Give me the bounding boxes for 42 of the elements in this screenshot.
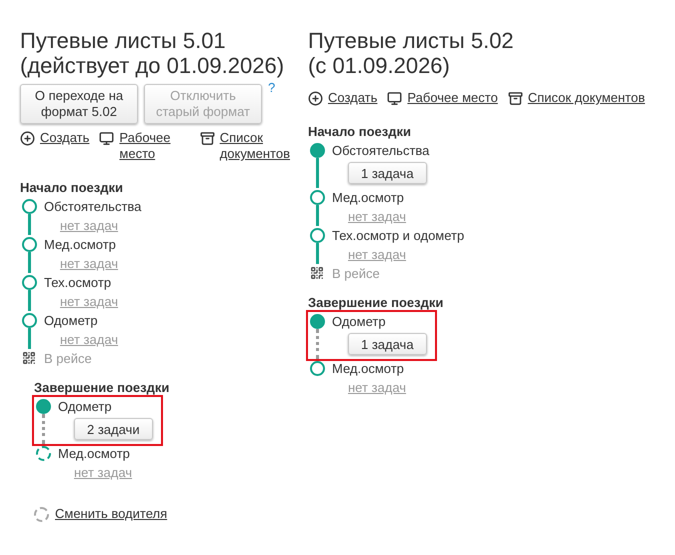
action-link[interactable]: Создать	[40, 130, 90, 146]
step-label: Одометр	[58, 398, 113, 416]
monitor-icon	[99, 131, 114, 146]
dashed-circle-icon	[34, 506, 49, 522]
section-title: Начало поездки	[20, 180, 124, 195]
help-link[interactable]: ?	[268, 80, 276, 95]
step-label: Мед.осмотр	[58, 445, 131, 463]
page-title: (с 01.09.2026)	[308, 53, 451, 78]
step-label: Тех.осмотр	[44, 274, 112, 292]
change-driver-link[interactable]: Сменить водителя	[55, 506, 168, 522]
section-title: Завершение поездки	[34, 380, 170, 395]
step-label: В рейсе	[44, 350, 92, 368]
tasks-button[interactable]: 2 задачи	[74, 418, 153, 440]
action-link[interactable]: Создать	[328, 90, 378, 106]
step-label: Одометр	[332, 313, 387, 331]
tasks-button[interactable]: 1 задача	[348, 162, 427, 184]
section-title: Завершение поездки	[308, 295, 444, 310]
qr-code-icon	[22, 351, 36, 365]
step-label: Мед.осмотр	[332, 360, 405, 378]
step-label: Обстоятельства	[44, 198, 142, 216]
action-link[interactable]: Список документов	[220, 130, 290, 162]
format-button[interactable]: О переходе на формат 5.02	[20, 84, 138, 124]
monitor-icon	[387, 91, 402, 106]
step-label: Тех.осмотр и одометр	[332, 227, 464, 245]
page-title: Путевые листы 5.02	[308, 28, 515, 53]
plus-circle-icon	[20, 131, 35, 146]
tasks-button[interactable]: 1 задача	[348, 333, 427, 355]
step-label: В рейсе	[332, 265, 380, 283]
step-label: Мед.осмотр	[332, 189, 405, 207]
step-label: Одометр	[44, 312, 99, 330]
action-link[interactable]: Рабочее место	[407, 90, 498, 106]
archive-box-icon	[200, 131, 215, 146]
plus-circle-icon	[308, 91, 323, 106]
section-title: Начало поездки	[308, 124, 412, 139]
action-link[interactable]: Рабочее место	[119, 130, 190, 162]
action-link[interactable]: Список документов	[528, 90, 645, 106]
page-title: Путевые листы 5.01	[20, 28, 227, 53]
step-label: Мед.осмотр	[44, 236, 117, 254]
qr-code-icon	[310, 266, 324, 280]
archive-box-icon	[508, 91, 523, 106]
page-title: (действует до 01.09.2026)	[20, 53, 286, 78]
step-label: Обстоятельства	[332, 142, 430, 160]
